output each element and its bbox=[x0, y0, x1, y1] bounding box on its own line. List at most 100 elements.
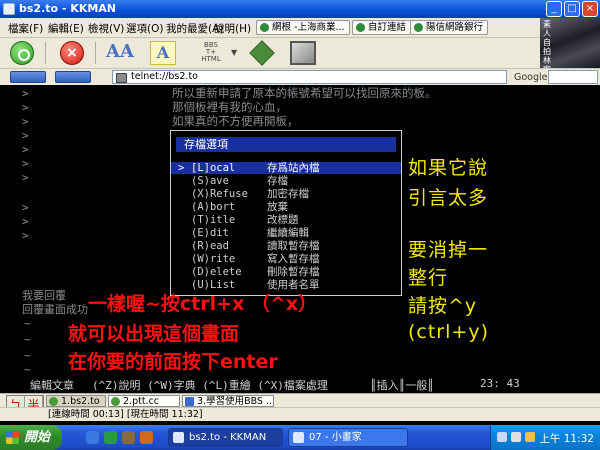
option-write[interactable]: (W)rite 寫入暫存檔 bbox=[171, 253, 401, 265]
note-red: 一樣喔~按ctrl+x （^x） bbox=[88, 293, 318, 315]
editor-status-line: 編輯文章 (^Z)說明 (^W)字典 (^L)重繪 (^X)檔案處理 ║插入║一… bbox=[0, 377, 600, 392]
bbs-html-label: BBS T+ HTML bbox=[201, 41, 221, 63]
cube-icon[interactable] bbox=[290, 41, 316, 65]
empty-line-tilde: ~ bbox=[24, 333, 31, 346]
quote-mark: > bbox=[22, 171, 29, 184]
maximize-button[interactable]: □ bbox=[564, 1, 580, 17]
option-delete[interactable]: (D)elete 刪除暫存檔 bbox=[171, 266, 401, 278]
status-editing: 編輯文章 bbox=[30, 379, 74, 392]
empty-line-tilde: ~ bbox=[24, 363, 31, 376]
session-tab-bs2[interactable]: 1.bs2.to bbox=[46, 395, 106, 407]
menu-bar: 檔案(F) 編輯(E) 檢視(V) 選項(O) 我的最愛(A) 說明(H) 網根… bbox=[0, 18, 600, 38]
quote-mark: > bbox=[22, 157, 29, 170]
option-key: (E)dit bbox=[191, 227, 229, 239]
connect-icon[interactable] bbox=[10, 41, 34, 65]
status-mode: ║插入║一般║ bbox=[370, 379, 434, 392]
font-style-icon[interactable]: A bbox=[150, 41, 176, 65]
option-refuse[interactable]: (X)Refuse 加密存檔 bbox=[171, 188, 401, 200]
quote-mark: > bbox=[22, 143, 29, 156]
ie-icon[interactable] bbox=[86, 431, 99, 444]
kkman-icon[interactable] bbox=[104, 431, 117, 444]
task-label: bs2.to - KKMAN bbox=[189, 432, 267, 443]
session-tabs: 1.bs2.to 2.ptt.cc 3.學習使用BBS ... bbox=[0, 393, 600, 407]
note-yellow: 請按^y bbox=[408, 295, 478, 317]
fav-link-sunny-bank[interactable]: 陽信網路銀行 bbox=[410, 20, 489, 35]
minimize-button[interactable]: _ bbox=[546, 1, 562, 17]
quote-mark: > bbox=[22, 129, 29, 142]
option-key: (T)itle bbox=[191, 214, 236, 226]
task-label: 07 - 小畫家 bbox=[309, 432, 362, 443]
telnet-terminal[interactable]: > > > > > > > > > > 所以重新申請了原本的帳號希望可以找回原來… bbox=[0, 85, 600, 393]
url-input[interactable]: telnet://bs2.to bbox=[112, 70, 507, 84]
note-red: 在你要的前面按下enter bbox=[68, 351, 278, 373]
task-kkman[interactable]: bs2.to - KKMAN bbox=[168, 428, 283, 447]
address-bar: telnet://bs2.to Google bbox=[0, 68, 600, 85]
option-save[interactable]: (S)ave 存檔 bbox=[171, 175, 401, 187]
toolbar: × AA A BBS T+ HTML ▼ bbox=[0, 38, 600, 68]
tray-volume-icon[interactable] bbox=[511, 432, 521, 442]
post-line: 如果真的不方便再開板， bbox=[172, 114, 299, 128]
plugin-icon[interactable] bbox=[249, 40, 275, 66]
option-key: (R)ead bbox=[191, 240, 229, 252]
connection-time: [連線時間 00:13] [現在時間 11:32] bbox=[48, 409, 203, 420]
menu-file[interactable]: 檔案(F) bbox=[8, 21, 43, 36]
clock: 上午 11:32 bbox=[539, 433, 594, 445]
chevron-down-icon[interactable]: ▼ bbox=[231, 41, 241, 65]
bbs-html-icon[interactable]: BBS T+ HTML bbox=[194, 41, 228, 65]
menu-edit[interactable]: 編輯(E) bbox=[48, 21, 84, 36]
option-local[interactable]: > [L]ocal 存爲站內檔 bbox=[171, 162, 401, 174]
start-button[interactable]: 開始 bbox=[0, 425, 62, 450]
note-yellow: 整行 bbox=[408, 267, 449, 289]
note-yellow: 引言太多 bbox=[408, 187, 489, 209]
option-key: (W)rite bbox=[191, 253, 236, 265]
forward-button[interactable] bbox=[55, 71, 91, 83]
search-input[interactable] bbox=[548, 70, 598, 84]
option-key: (S)ave bbox=[191, 175, 229, 187]
tray-app-icon[interactable] bbox=[525, 432, 535, 442]
title-bar[interactable]: bs2.to - KKMAN _ □ × bbox=[0, 0, 600, 18]
stop-icon[interactable]: × bbox=[60, 41, 84, 65]
session-tab-ptt[interactable]: 2.ptt.cc bbox=[108, 395, 180, 407]
option-title[interactable]: (T)itle 改標題 bbox=[171, 214, 401, 226]
save-options-dialog: 存檔選項 > [L]ocal 存爲站內檔 (S)ave 存檔 (X)Refuse… bbox=[170, 130, 402, 296]
option-key: [L]ocal bbox=[191, 162, 236, 174]
tray-network-icon[interactable] bbox=[497, 432, 507, 442]
fav-link-shanghai-bank[interactable]: 網根 -上海商業... bbox=[256, 20, 350, 35]
option-read[interactable]: (R)ead 讀取暫存檔 bbox=[171, 240, 401, 252]
menu-options[interactable]: 選項(O) bbox=[126, 21, 163, 36]
profile-photo: 素人自拍林宥嘉 bbox=[540, 18, 600, 83]
media-icon[interactable] bbox=[140, 431, 153, 444]
option-desc: 加密存檔 bbox=[267, 188, 309, 200]
session-tab-bbs-guide[interactable]: 3.學習使用BBS ... bbox=[182, 395, 274, 407]
desktop-icon[interactable] bbox=[122, 431, 135, 444]
option-desc: 繼續編輯 bbox=[267, 227, 309, 239]
option-abort[interactable]: (A)bort 放棄 bbox=[171, 201, 401, 213]
option-key: (A)bort bbox=[191, 201, 236, 213]
option-desc: 改標題 bbox=[267, 214, 299, 226]
option-desc: 刪除暫存檔 bbox=[267, 266, 320, 278]
selection-marker: > bbox=[178, 162, 185, 174]
status-bar: [連線時間 00:13] [現在時間 11:32] bbox=[0, 407, 600, 421]
menu-help[interactable]: 說明(H) bbox=[214, 21, 251, 36]
option-edit[interactable]: (E)dit 繼續編輯 bbox=[171, 227, 401, 239]
menu-view[interactable]: 檢視(V) bbox=[88, 21, 124, 36]
font-size-icon[interactable]: AA bbox=[106, 41, 134, 65]
back-button[interactable] bbox=[10, 71, 46, 83]
system-tray: 上午 11:32 bbox=[490, 425, 600, 450]
close-button[interactable]: × bbox=[582, 1, 598, 17]
note-red: 就可以出現這個畫面 bbox=[68, 323, 240, 345]
quote-mark: > bbox=[22, 215, 29, 228]
quote-mark: > bbox=[22, 115, 29, 128]
note-yellow: 如果它說 bbox=[408, 157, 489, 179]
option-key: (X)Refuse bbox=[191, 188, 248, 200]
dialog-title: 存檔選項 bbox=[176, 137, 396, 152]
quote-mark: > bbox=[22, 201, 29, 214]
option-desc: 放棄 bbox=[267, 201, 288, 213]
task-paint[interactable]: 07 - 小畫家 bbox=[288, 428, 408, 447]
quote-mark: > bbox=[22, 229, 29, 242]
start-label: 開始 bbox=[24, 430, 51, 445]
option-desc: 寫入暫存檔 bbox=[267, 253, 320, 265]
fav-link-custom[interactable]: 自訂連結 bbox=[352, 20, 412, 35]
option-desc: 存爲站內檔 bbox=[267, 162, 320, 174]
status-help: (^Z)說明 (^W)字典 (^L)重繪 (^X)檔案處理 bbox=[92, 379, 328, 392]
